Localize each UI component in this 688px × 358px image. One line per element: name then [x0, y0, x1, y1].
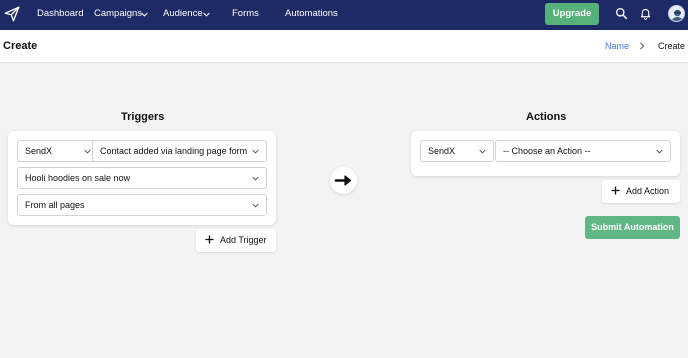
add-action-button[interactable]: Add Action — [602, 180, 680, 203]
actions-card: SendX -- Choose an Action -- — [411, 131, 680, 176]
chevron-down-icon — [252, 149, 259, 154]
chevron-down-icon — [252, 203, 259, 208]
add-action-label: Add Action — [626, 186, 670, 196]
page-header: Create Name Create — [0, 30, 688, 63]
add-trigger-button[interactable]: Add Trigger — [196, 229, 276, 252]
nav-dashboard[interactable]: Dashboard — [37, 8, 83, 19]
action-app-value: SendX — [428, 146, 456, 156]
trigger-app-select[interactable]: SendX — [17, 140, 99, 162]
flow-arrow — [330, 167, 357, 194]
actions-title: Actions — [526, 111, 567, 123]
bell-icon[interactable] — [639, 7, 652, 20]
action-app-select[interactable]: SendX — [420, 140, 494, 162]
page-title: Create — [3, 40, 38, 52]
nav-automations[interactable]: Automations — [285, 8, 338, 19]
chevron-down-icon — [203, 12, 210, 17]
trigger-form-value: Hooli hoodies on sale now — [25, 173, 131, 183]
trigger-form-select[interactable]: Hooli hoodies on sale now — [17, 167, 267, 189]
chevron-down-icon — [252, 176, 259, 181]
nav-forms[interactable]: Forms — [232, 8, 259, 19]
chevron-down-icon — [141, 12, 148, 17]
action-choose-value: -- Choose an Action -- — [503, 146, 591, 156]
upgrade-button[interactable]: Upgrade — [545, 3, 599, 25]
trigger-event-select[interactable]: Contact added via landing page form — [92, 140, 267, 162]
search-icon[interactable] — [615, 7, 628, 20]
avatar[interactable] — [668, 5, 685, 22]
triggers-title: Triggers — [121, 111, 165, 123]
breadcrumb-current: Create — [658, 41, 686, 51]
trigger-event-value: Contact added via landing page form — [100, 146, 248, 156]
breadcrumb-name-link[interactable]: Name — [605, 41, 629, 51]
submit-automation-button[interactable]: Submit Automation — [585, 216, 680, 239]
action-choose-select[interactable]: -- Choose an Action -- — [495, 140, 671, 162]
user-avatar-icon — [671, 9, 684, 21]
trigger-pages-select[interactable]: From all pages — [17, 194, 267, 216]
chevron-down-icon — [84, 149, 91, 154]
nav-campaigns[interactable]: Campaigns — [94, 8, 142, 19]
chevron-right-icon — [640, 42, 645, 50]
triggers-card: SendX Contact added via landing page for… — [8, 131, 276, 225]
arrow-right-icon — [334, 175, 352, 186]
plus-icon — [205, 235, 214, 244]
chevron-down-icon — [656, 149, 663, 154]
trigger-pages-value: From all pages — [25, 200, 85, 210]
trigger-app-value: SendX — [25, 146, 53, 156]
add-trigger-label: Add Trigger — [220, 235, 267, 245]
paper-plane-icon[interactable] — [3, 4, 21, 24]
nav-audience[interactable]: Audience — [163, 8, 203, 19]
top-navbar: Dashboard Campaigns Audience Forms Autom… — [0, 0, 688, 30]
chevron-down-icon — [479, 149, 486, 154]
plus-icon — [611, 186, 620, 195]
